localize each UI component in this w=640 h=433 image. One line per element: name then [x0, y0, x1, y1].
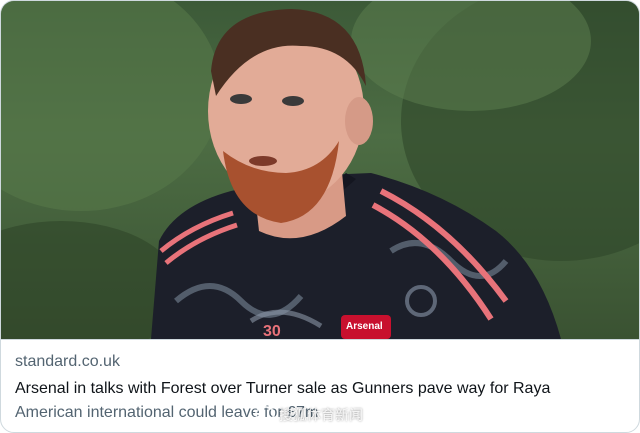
watermark: 搜狐体育新闻	[255, 405, 363, 425]
crest-label: Arsenal	[346, 321, 383, 332]
player-photo	[1, 1, 639, 339]
link-preview-card[interactable]: Arsenal 30 standard.co.uk Arsenal in tal…	[0, 0, 640, 433]
link-title[interactable]: Arsenal in talks with Forest over Turner…	[15, 378, 625, 400]
shirt-number: 30	[263, 323, 281, 339]
link-domain[interactable]: standard.co.uk	[15, 352, 625, 372]
article-image[interactable]: Arsenal 30	[1, 1, 639, 339]
weibo-icon	[255, 406, 275, 422]
watermark-text: 搜狐体育新闻	[279, 407, 363, 423]
